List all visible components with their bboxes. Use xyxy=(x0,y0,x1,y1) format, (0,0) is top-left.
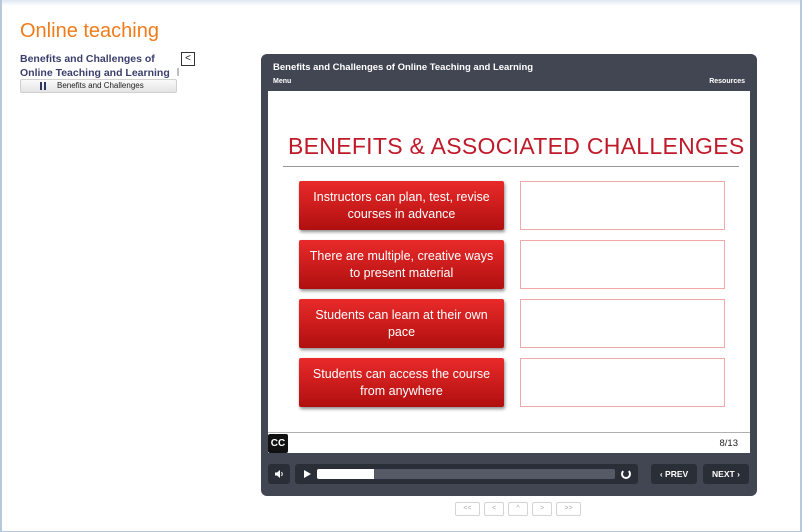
table-of-contents: Benefits and Challenges of Online Teachi… xyxy=(20,52,195,93)
last-page-button[interactable]: >> xyxy=(556,502,581,516)
chevron-left-icon: ‹ xyxy=(659,469,663,479)
chevron-right-icon: › xyxy=(737,469,740,479)
play-icon[interactable] xyxy=(304,470,311,478)
closed-captions-button[interactable]: CC xyxy=(268,434,288,453)
toc-scrollbar[interactable] xyxy=(177,68,179,76)
challenge-drop-target[interactable] xyxy=(520,299,725,348)
benefit-card[interactable]: Students can learn at their own pace xyxy=(299,299,504,348)
next-page-button[interactable]: > xyxy=(532,502,552,516)
benefit-card[interactable]: Instructors can plan, test, revise cours… xyxy=(299,181,504,230)
window-left-frame xyxy=(0,0,2,532)
toc-heading: Benefits and Challenges of Online Teachi… xyxy=(20,53,170,79)
resources-tab[interactable]: Resources xyxy=(709,78,745,85)
volume-button[interactable] xyxy=(268,464,290,484)
slide-player: Benefits and Challenges of Online Teachi… xyxy=(261,54,757,496)
up-level-button[interactable]: ^ xyxy=(508,502,528,516)
next-button[interactable]: NEXT › xyxy=(703,464,749,484)
window-top-frame xyxy=(0,0,802,6)
slide-canvas: BENEFITS & ASSOCIATED CHALLENGES Instruc… xyxy=(268,91,750,453)
benefit-card[interactable]: There are multiple, creative ways to pre… xyxy=(299,240,504,289)
slide-counter: 8/13 xyxy=(719,438,739,449)
heading-divider xyxy=(283,166,739,167)
volume-icon xyxy=(275,470,283,478)
previous-page-button[interactable]: < xyxy=(484,502,504,516)
seek-bar[interactable] xyxy=(317,469,615,479)
bottom-navigation: << < ^ > >> xyxy=(455,502,581,516)
menu-tab[interactable]: Menu xyxy=(273,78,291,85)
prev-button-label: PREV xyxy=(665,469,689,479)
course-title: Online teaching xyxy=(20,20,159,42)
first-page-button[interactable]: << xyxy=(455,502,480,516)
pause-icon xyxy=(40,82,46,90)
slide-footer-divider xyxy=(268,432,750,433)
seek-bar-progress xyxy=(317,469,374,479)
playback-controls xyxy=(295,464,638,484)
benefit-card[interactable]: Students can access the course from anyw… xyxy=(299,358,504,407)
challenge-drop-target[interactable] xyxy=(520,181,725,230)
replay-icon[interactable] xyxy=(621,469,631,479)
slide-heading: BENEFITS & ASSOCIATED CHALLENGES xyxy=(288,133,745,159)
challenge-drop-target[interactable] xyxy=(520,358,725,407)
player-title: Benefits and Challenges of Online Teachi… xyxy=(273,62,534,73)
toc-collapse-button[interactable]: < xyxy=(181,52,195,66)
toc-item-benefits-and-challenges[interactable]: Benefits and Challenges xyxy=(20,79,177,93)
next-button-label: NEXT xyxy=(712,469,735,479)
toc-item-label: Benefits and Challenges xyxy=(57,81,144,90)
challenge-drop-target[interactable] xyxy=(520,240,725,289)
prev-button[interactable]: ‹ PREV xyxy=(651,464,697,484)
